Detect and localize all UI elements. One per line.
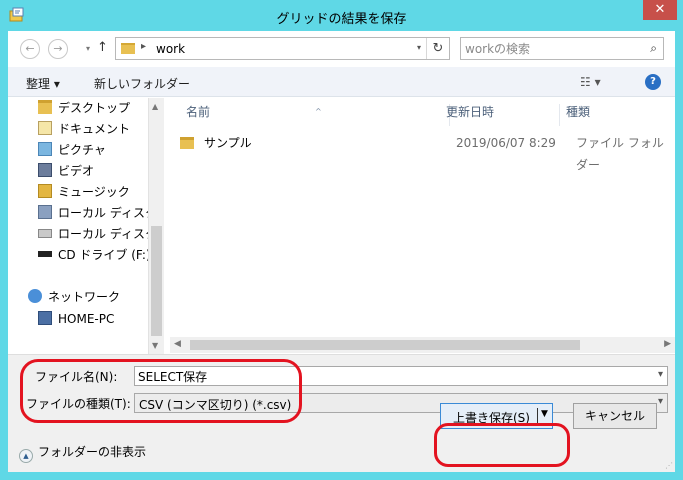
pictures-icon	[38, 142, 52, 156]
collapse-arrow-icon: ▲	[19, 449, 33, 463]
close-icon: ✕	[654, 2, 666, 17]
file-name: サンプル	[204, 136, 252, 150]
close-button[interactable]: ✕	[643, 0, 677, 20]
save-dialog-window: グリッドの結果を保存 ✕ ← → ▾ ↑ ▸ work ▾ ↻ ⌕ 整理 ▾ 新…	[0, 0, 683, 480]
sidebar-item-disk-d[interactable]: ローカル ディスク (D	[38, 224, 164, 244]
sidebar-item-desktop[interactable]: デスクトップ	[38, 98, 130, 118]
up-level-icon[interactable]: ↑	[97, 40, 108, 55]
file-date: 2019/06/07 8:29	[456, 136, 556, 150]
address-bar[interactable]: ▸ work ▾ ↻	[115, 37, 450, 60]
address-dropdown-icon[interactable]: ▾	[417, 43, 421, 52]
folder-icon	[121, 43, 135, 54]
column-header-date[interactable]: 更新日時	[440, 104, 560, 126]
back-arrow-icon: ←	[25, 42, 35, 55]
sidebar-item-cd-drive[interactable]: CD ドライブ (F:) S	[38, 245, 162, 265]
sidebar-item-documents[interactable]: ドキュメント	[38, 119, 130, 139]
sidebar-item-disk-c[interactable]: ローカル ディスク (C	[38, 203, 164, 223]
help-icon[interactable]: ?	[645, 74, 661, 90]
forward-button[interactable]: →	[48, 39, 68, 59]
search-box[interactable]: ⌕	[460, 37, 664, 60]
documents-icon	[38, 121, 52, 135]
sidebar-item-home-pc[interactable]: HOME-PC	[38, 309, 114, 329]
refresh-icon: ↻	[432, 41, 444, 56]
command-bar: 整理 ▾ 新しいフォルダー ☷ ▾ ?	[8, 67, 675, 97]
table-row[interactable]: サンプル 2019/06/07 8:29 ファイル フォルダー	[180, 132, 670, 172]
cancel-button[interactable]: キャンセル	[573, 403, 657, 429]
videos-icon	[38, 163, 52, 177]
recent-locations-dropdown-icon[interactable]: ▾	[86, 44, 90, 53]
network-icon	[28, 289, 42, 303]
hide-folders-button[interactable]: ▲ フォルダーの非表示	[19, 443, 146, 463]
save-options-dropdown-icon[interactable]: ▼	[541, 409, 548, 419]
folder-icon	[180, 137, 194, 149]
disk-d-icon	[38, 229, 52, 238]
window-title: グリッドの結果を保存	[276, 12, 407, 27]
navigation-bar: ← → ▾ ↑ ▸ work ▾ ↻ ⌕	[8, 31, 675, 67]
search-input[interactable]	[465, 40, 635, 57]
desktop-folder-icon	[38, 100, 52, 114]
scroll-up-icon[interactable]: ▲	[152, 102, 158, 111]
sidebar-item-pictures[interactable]: ピクチャ	[38, 140, 106, 160]
cd-drive-icon	[38, 251, 52, 257]
disk-c-icon	[38, 205, 52, 219]
sidebar-item-videos[interactable]: ビデオ	[38, 161, 94, 181]
column-header-type[interactable]: 種類	[560, 104, 675, 126]
chevron-down-icon[interactable]: ▾	[658, 369, 663, 380]
breadcrumb-work[interactable]: work	[156, 42, 185, 56]
breadcrumb-chevron-icon[interactable]: ▸	[141, 41, 146, 52]
scroll-right-icon[interactable]: ▶	[664, 339, 671, 349]
file-type: ファイル フォルダー	[576, 136, 664, 172]
highlight-annotation-form	[20, 359, 302, 423]
refresh-button[interactable]: ↻	[426, 38, 449, 59]
view-options-icon[interactable]: ☷ ▾	[580, 75, 601, 89]
computer-icon	[38, 311, 52, 325]
scrollbar-thumb[interactable]	[151, 226, 162, 336]
navigation-pane: デスクトップ ドキュメント ピクチャ ビデオ ミュージック ローカル ディスク …	[8, 98, 164, 354]
split-divider	[537, 408, 538, 424]
back-button[interactable]: ←	[20, 39, 40, 59]
scrollbar-thumb[interactable]	[190, 340, 580, 350]
chevron-down-icon[interactable]: ▾	[658, 396, 663, 407]
sidebar-item-network[interactable]: ネットワーク	[28, 287, 120, 307]
sort-ascending-icon: ^	[315, 107, 322, 116]
forward-arrow-icon: →	[53, 42, 63, 55]
navigation-pane-scrollbar[interactable]: ▲ ▼	[148, 98, 164, 354]
file-list: 名前 ^ 更新日時 種類 サンプル 2019/06/07 8:29 ファイル フ…	[170, 98, 675, 354]
new-folder-button[interactable]: 新しいフォルダー	[94, 75, 190, 92]
title-bar[interactable]: グリッドの結果を保存 ✕	[0, 0, 683, 32]
highlight-annotation-save	[434, 423, 570, 467]
resize-grip-icon[interactable]: ⋰	[665, 461, 673, 470]
organize-menu-button[interactable]: 整理 ▾	[26, 75, 60, 92]
scroll-left-icon[interactable]: ◀	[174, 339, 181, 349]
scroll-down-icon[interactable]: ▼	[152, 341, 158, 350]
music-icon	[38, 184, 52, 198]
column-header-name[interactable]: 名前 ^	[180, 104, 450, 126]
sidebar-item-music[interactable]: ミュージック	[38, 182, 130, 202]
file-list-horizontal-scrollbar[interactable]: ◀ ▶	[170, 337, 675, 353]
search-icon[interactable]: ⌕	[650, 41, 657, 56]
